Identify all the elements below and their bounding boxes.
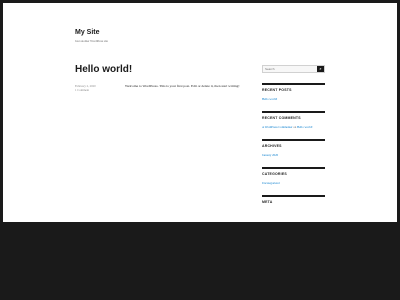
widget-title-archives: ARCHIVES [262,144,282,148]
post-content: Welcome to WordPress. This is your first… [125,84,240,88]
search-input[interactable] [263,66,319,72]
widget-categories: CATEGORIES Uncategorized [262,167,325,185]
post-meta: February 2, 2020 1 Comment [75,84,96,92]
comment-connector: on [293,125,297,129]
comment-author-link[interactable]: A WordPress Commenter [262,125,293,129]
search-button[interactable]: ⌕ [317,66,324,72]
recent-comment-item: A WordPress Commenter on Hello world! [262,125,325,129]
widget-title-categories: CATEGORIES [262,172,287,176]
widget-meta: META [262,195,325,204]
widget-title-recent-comments: RECENT COMMENTS [262,116,301,120]
widget-recent-comments: RECENT COMMENTS A WordPress Commenter on… [262,111,325,129]
comment-post-link[interactable]: Hello world! [297,125,312,129]
sidebar: ⌕ RECENT POSTS Hello world! RECENT COMME… [262,65,325,204]
site-description: Just another WordPress site [75,39,108,43]
recent-post-link[interactable]: Hello world! [262,97,325,101]
post-comments-link[interactable]: 1 Comment [75,88,96,92]
widget-title-recent-posts: RECENT POSTS [262,88,292,92]
widget-title-meta: META [262,200,273,204]
site-page: My Site Just another WordPress site Hell… [3,3,397,222]
post-title[interactable]: Hello world! [75,64,132,75]
widget-archives: ARCHIVES January 2020 [262,139,325,157]
archive-link[interactable]: January 2020 [262,153,325,157]
widget-recent-posts: RECENT POSTS Hello world! [262,83,325,101]
category-link[interactable]: Uncategorized [262,181,325,185]
search-icon: ⌕ [319,66,322,71]
site-title[interactable]: My Site [75,29,100,36]
search-form: ⌕ [262,65,325,73]
